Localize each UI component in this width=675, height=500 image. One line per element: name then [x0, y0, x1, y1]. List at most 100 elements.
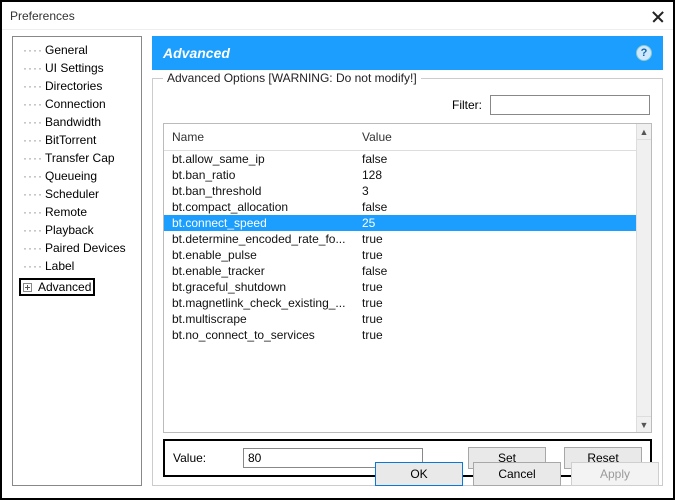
table-row[interactable]: bt.compact_allocationfalse — [164, 199, 651, 215]
sidebar-item-label: Remote — [45, 205, 87, 219]
sidebar-item-label: UI Settings — [45, 61, 104, 75]
tree-dots-icon: ···· — [23, 169, 43, 183]
sidebar-item-label: Label — [45, 259, 74, 273]
table-row[interactable]: bt.graceful_shutdowntrue — [164, 279, 651, 295]
expand-icon[interactable] — [23, 283, 32, 292]
cell-value: 128 — [362, 168, 651, 182]
window-title: Preferences — [10, 9, 75, 23]
tree-dots-icon: ···· — [23, 115, 43, 129]
sidebar-item[interactable]: ····Connection — [15, 95, 139, 113]
table-row[interactable]: bt.multiscrapetrue — [164, 311, 651, 327]
sidebar-item-label: BitTorrent — [45, 133, 96, 147]
sidebar-item[interactable]: ····General — [15, 41, 139, 59]
table-row[interactable]: bt.enable_pulsetrue — [164, 247, 651, 263]
cancel-button[interactable]: Cancel — [473, 462, 561, 486]
sidebar-item[interactable]: ····Transfer Cap — [15, 149, 139, 167]
filter-input[interactable] — [490, 95, 650, 115]
value-label: Value: — [173, 451, 233, 465]
scroll-down-icon[interactable]: ▼ — [637, 416, 651, 432]
cell-value: true — [362, 328, 651, 342]
cell-name: bt.connect_speed — [172, 216, 362, 230]
filter-row: Filter: — [165, 95, 650, 115]
sidebar-item[interactable]: ····UI Settings — [15, 59, 139, 77]
ok-button[interactable]: OK — [375, 462, 463, 486]
cell-value: true — [362, 312, 651, 326]
sidebar-item[interactable]: ····Scheduler — [15, 185, 139, 203]
section-header: Advanced ? — [152, 36, 663, 70]
cell-value: true — [362, 248, 651, 262]
sidebar-item-label: General — [45, 43, 88, 57]
scrollbar[interactable]: ▲ ▼ — [636, 124, 651, 432]
sidebar-item-label: Advanced — [38, 280, 91, 294]
tree-dots-icon: ···· — [23, 187, 43, 201]
sidebar-item[interactable]: ····BitTorrent — [15, 131, 139, 149]
cell-value: 25 — [362, 216, 651, 230]
cell-name: bt.multiscrape — [172, 312, 362, 326]
table-row[interactable]: bt.ban_threshold3 — [164, 183, 651, 199]
sidebar-item-advanced[interactable]: Advanced — [19, 278, 95, 296]
cell-value: 3 — [362, 184, 651, 198]
apply-button: Apply — [571, 462, 659, 486]
section-title: Advanced — [163, 45, 230, 61]
tree-dots-icon: ···· — [23, 43, 43, 57]
sidebar-item[interactable]: ····Playback — [15, 221, 139, 239]
table-row[interactable]: bt.ban_ratio128 — [164, 167, 651, 183]
cell-value: true — [362, 296, 651, 310]
sidebar-item[interactable]: ····Queueing — [15, 167, 139, 185]
main-panel: Advanced ? Advanced Options [WARNING: Do… — [152, 36, 663, 486]
sidebar-item-label: Transfer Cap — [45, 151, 115, 165]
sidebar-item[interactable]: ····Remote — [15, 203, 139, 221]
cell-name: bt.ban_threshold — [172, 184, 362, 198]
close-icon[interactable] — [651, 9, 665, 23]
table-row[interactable]: bt.no_connect_to_servicestrue — [164, 327, 651, 343]
tree-dots-icon: ···· — [23, 79, 43, 93]
titlebar: Preferences — [2, 2, 673, 30]
cell-name: bt.graceful_shutdown — [172, 280, 362, 294]
cell-value: false — [362, 264, 651, 278]
tree-dots-icon: ···· — [23, 97, 43, 111]
tree-dots-icon: ···· — [23, 205, 43, 219]
cell-value: false — [362, 152, 651, 166]
table-body: bt.allow_same_ipfalsebt.ban_ratio128bt.b… — [164, 151, 651, 432]
cell-name: bt.ban_ratio — [172, 168, 362, 182]
tree-dots-icon: ···· — [23, 61, 43, 75]
help-icon[interactable]: ? — [636, 45, 652, 61]
table-row[interactable]: bt.determine_encoded_rate_fo...true — [164, 231, 651, 247]
cell-name: bt.magnetlink_check_existing_... — [172, 296, 362, 310]
cell-value: true — [362, 280, 651, 294]
cell-name: bt.no_connect_to_services — [172, 328, 362, 342]
sidebar-item-label: Directories — [45, 79, 102, 93]
column-header-name[interactable]: Name — [172, 130, 362, 144]
sidebar-item-label: Scheduler — [45, 187, 99, 201]
cell-name: bt.allow_same_ip — [172, 152, 362, 166]
table-row[interactable]: bt.enable_trackerfalse — [164, 263, 651, 279]
tree-dots-icon: ···· — [23, 259, 43, 273]
column-header-value[interactable]: Value — [362, 130, 651, 144]
table-row[interactable]: bt.connect_speed25 — [164, 215, 651, 231]
sidebar-item[interactable]: ····Directories — [15, 77, 139, 95]
table-row[interactable]: bt.allow_same_ipfalse — [164, 151, 651, 167]
cell-value: true — [362, 232, 651, 246]
content: ····General····UI Settings····Directorie… — [2, 30, 673, 492]
filter-label: Filter: — [452, 98, 482, 112]
cell-name: bt.enable_pulse — [172, 248, 362, 262]
tree-dots-icon: ···· — [23, 151, 43, 165]
group-legend: Advanced Options [WARNING: Do not modify… — [163, 71, 421, 85]
table-header: Name Value — [164, 124, 651, 151]
cell-name: bt.determine_encoded_rate_fo... — [172, 232, 362, 246]
advanced-options-group: Advanced Options [WARNING: Do not modify… — [152, 78, 663, 486]
sidebar-item-label: Paired Devices — [45, 241, 126, 255]
tree-dots-icon: ···· — [23, 133, 43, 147]
sidebar-item[interactable]: ····Paired Devices — [15, 239, 139, 257]
cell-value: false — [362, 200, 651, 214]
scroll-up-icon[interactable]: ▲ — [637, 124, 651, 140]
cell-name: bt.enable_tracker — [172, 264, 362, 278]
sidebar: ····General····UI Settings····Directorie… — [12, 36, 142, 486]
table-row[interactable]: bt.magnetlink_check_existing_...true — [164, 295, 651, 311]
options-table: Name Value bt.allow_same_ipfalsebt.ban_r… — [163, 123, 652, 433]
sidebar-item-label: Bandwidth — [45, 115, 101, 129]
sidebar-item[interactable]: ····Bandwidth — [15, 113, 139, 131]
dialog-buttons: OK Cancel Apply — [375, 462, 659, 486]
cell-name: bt.compact_allocation — [172, 200, 362, 214]
sidebar-item[interactable]: ····Label — [15, 257, 139, 275]
